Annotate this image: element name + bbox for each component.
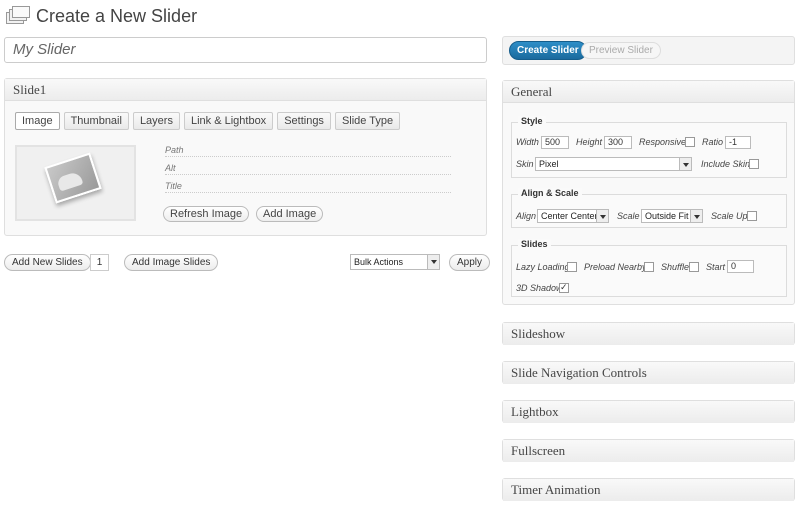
skin-label: Skin [516, 159, 534, 169]
new-slides-count-input[interactable]: 1 [90, 254, 109, 271]
scale-up-label: Scale Up [711, 211, 748, 221]
start-label: Start [706, 262, 726, 272]
chevron-down-icon [427, 255, 439, 269]
timer-animation-panel-title[interactable]: Timer Animation [503, 479, 794, 501]
shuffle-checkbox[interactable] [689, 262, 699, 272]
placeholder-image-icon [44, 152, 102, 204]
sliders-icon [6, 6, 32, 25]
ratio-label: Ratio [702, 137, 724, 147]
align-select[interactable]: Center Center [537, 209, 609, 223]
lightbox-panel-title[interactable]: Lightbox [503, 401, 794, 423]
slides-legend: Slides [518, 239, 551, 249]
tab-layers[interactable]: Layers [132, 112, 180, 130]
page-header: Create a New Slider [6, 4, 197, 28]
height-input[interactable]: 300 [604, 136, 632, 149]
general-panel-title[interactable]: General [503, 81, 794, 103]
slide-image-preview[interactable] [15, 145, 136, 221]
skin-select[interactable]: Pixel [535, 157, 692, 171]
slider-title-input[interactable]: My Slider [4, 37, 487, 63]
slideshow-panel-title[interactable]: Slideshow [503, 323, 794, 345]
path-field[interactable]: Path [165, 145, 451, 157]
slide-navigation-controls-title[interactable]: Slide Navigation Controls [503, 362, 794, 384]
include-skin-label: Include Skin [701, 159, 751, 169]
responsive-label: Responsive [639, 137, 687, 147]
tab-image[interactable]: Image [15, 112, 60, 130]
width-label: Width [516, 137, 539, 147]
apply-button[interactable]: Apply [449, 254, 491, 271]
add-image-slides-button[interactable]: Add Image Slides [124, 254, 219, 271]
lightbox-panel[interactable]: Lightbox [502, 400, 795, 423]
add-image-button[interactable]: Add Image [256, 206, 324, 222]
tab-link-lightbox[interactable]: Link & Lightbox [183, 112, 274, 130]
slide-navigation-controls-panel[interactable]: Slide Navigation Controls [502, 361, 795, 384]
add-new-slides-button[interactable]: Add New Slides [4, 254, 91, 271]
responsive-checkbox[interactable] [685, 137, 695, 147]
bulk-actions-value: Bulk Actions [354, 257, 404, 267]
tab-thumbnail[interactable]: Thumbnail [63, 112, 129, 130]
start-input[interactable]: 0 [727, 260, 754, 273]
slides-fieldset: Slides Lazy Loading Preload Nearby Shuff… [511, 239, 787, 297]
preload-nearby-label: Preload Nearby [584, 262, 647, 272]
lazy-loading-checkbox[interactable] [567, 262, 577, 272]
align-scale-fieldset: Align & Scale Align Center Center Scale … [511, 188, 787, 228]
bulk-actions-select[interactable]: Bulk Actions [350, 254, 440, 270]
chevron-down-icon [679, 158, 691, 170]
timer-animation-panel[interactable]: Timer Animation [502, 478, 795, 501]
include-skin-checkbox[interactable] [749, 159, 759, 169]
align-value: Center Center [541, 211, 598, 221]
create-slider-button[interactable]: Create Slider [509, 41, 587, 60]
scale-label: Scale [617, 211, 640, 221]
scale-select[interactable]: Outside Fit [641, 209, 703, 223]
page-title: Create a New Slider [36, 5, 198, 26]
preview-slider-button[interactable]: Preview Slider [581, 42, 661, 59]
3d-shadow-label: 3D Shadow [516, 283, 563, 293]
tab-slide-type[interactable]: Slide Type [334, 112, 401, 130]
skin-value: Pixel [539, 159, 559, 169]
alt-field[interactable]: Alt [165, 163, 451, 175]
fullscreen-panel[interactable]: Fullscreen [502, 439, 795, 462]
title-field[interactable]: Title [165, 181, 451, 193]
width-input[interactable]: 500 [541, 136, 569, 149]
tab-settings[interactable]: Settings [277, 112, 331, 130]
ratio-input[interactable]: -1 [725, 136, 751, 149]
style-fieldset: Style Width 500 Height 300 Responsive Ra… [511, 116, 787, 178]
shuffle-label: Shuffle [661, 262, 690, 272]
align-scale-legend: Align & Scale [518, 188, 582, 198]
chevron-down-icon [596, 210, 608, 222]
scale-up-checkbox[interactable] [747, 211, 757, 221]
scale-value: Outside Fit [645, 211, 689, 221]
general-panel: General Style Width 500 Height 300 Respo… [502, 80, 795, 305]
lazy-loading-label: Lazy Loading [516, 262, 570, 272]
3d-shadow-checkbox[interactable] [559, 282, 569, 293]
fullscreen-panel-title[interactable]: Fullscreen [503, 440, 794, 462]
style-legend: Style [518, 116, 546, 126]
align-label: Align [516, 211, 537, 221]
slide-panel-title: Slide1 [5, 79, 486, 101]
slideshow-panel[interactable]: Slideshow [502, 322, 795, 345]
slide-panel: Slide1 Image Thumbnail Layers Link & Lig… [4, 78, 487, 236]
slide-tabs: Image Thumbnail Layers Link & Lightbox S… [15, 112, 401, 130]
chevron-down-icon [690, 210, 702, 222]
refresh-image-button[interactable]: Refresh Image [163, 206, 250, 222]
preload-nearby-checkbox[interactable] [644, 262, 654, 272]
height-label: Height [576, 137, 603, 147]
